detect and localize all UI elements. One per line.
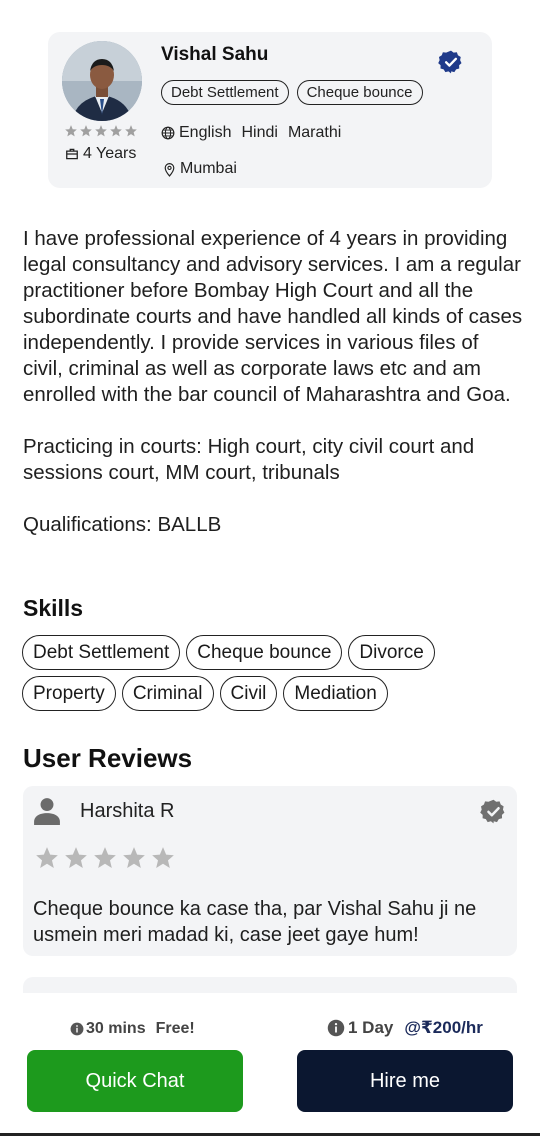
skill-chip: Debt Settlement: [22, 635, 181, 670]
hire-price: @₹200/hr: [404, 1018, 483, 1037]
skills-list: Debt Settlement Cheque bounce Divorce Pr…: [22, 635, 522, 711]
hire-duration: 1 Day: [348, 1018, 394, 1037]
experience-years: 4 Years: [65, 145, 136, 163]
skill-chip: Divorce: [348, 635, 435, 670]
about-paragraph: I have professional experience of 4 year…: [23, 227, 523, 406]
verified-badge-icon: [438, 50, 462, 74]
info-icon: [327, 1019, 345, 1037]
hire-offer-info: 1 Day @₹200/hr: [327, 1018, 483, 1038]
reviews-heading: User Reviews: [23, 743, 193, 773]
star-icon: [152, 847, 174, 868]
about-paragraph: Qualifications: BALLB: [23, 513, 222, 536]
briefcase-icon: [66, 148, 78, 160]
practice-tag: Cheque bounce: [296, 80, 423, 105]
review-card: Harshita R Cheque bounce ka case tha, pa…: [23, 786, 517, 956]
globe-icon: [161, 126, 175, 140]
skills-heading: Skills: [23, 595, 84, 621]
languages: English Hindi Marathi: [161, 124, 347, 142]
practice-area-tags: Debt Settlement Cheque bounce: [161, 80, 423, 105]
bottom-action-bar: 30 mins Free! 1 Day @₹200/hr Quick Chat …: [0, 993, 540, 1136]
skill-chip: Mediation: [283, 676, 388, 711]
skill-chip: Property: [22, 676, 116, 711]
skill-chip: Cheque bounce: [186, 635, 343, 670]
star-icon: [65, 847, 87, 868]
chat-duration: 30 mins: [86, 1020, 146, 1037]
skill-chip: Civil: [219, 676, 278, 711]
chat-price: Free!: [155, 1020, 195, 1037]
about-paragraph: Practicing in courts: High court, city c…: [23, 435, 475, 484]
star-icon: [36, 847, 58, 868]
star-icon: [95, 125, 107, 137]
skill-chip: Criminal: [121, 676, 214, 711]
lawyer-avatar: [62, 41, 142, 121]
language-item: Hindi: [241, 124, 278, 141]
lawyer-rating: [64, 124, 138, 138]
star-icon: [123, 847, 145, 868]
star-icon: [125, 125, 137, 137]
review-text: Cheque bounce ka case tha, par Vishal Sa…: [33, 898, 477, 946]
lawyer-profile-card: 4 Years Vishal Sahu Debt Settlement Cheq…: [48, 32, 492, 188]
practice-tag: Debt Settlement: [161, 80, 289, 105]
user-icon: [34, 798, 60, 825]
info-icon: [70, 1022, 84, 1036]
location-label: Mumbai: [180, 160, 237, 177]
hire-me-button[interactable]: Hire me: [297, 1050, 513, 1112]
quick-chat-button[interactable]: Quick Chat: [27, 1050, 243, 1112]
language-item: English: [179, 124, 232, 141]
lawyer-name: Vishal Sahu: [161, 44, 269, 65]
chat-offer-info: 30 mins Free!: [70, 1020, 195, 1038]
review-rating: [34, 845, 176, 871]
lawyer-location: Mumbai: [163, 160, 237, 178]
experience-label: 4 Years: [83, 145, 137, 162]
reviewer-name: Harshita R: [80, 800, 175, 822]
star-icon: [65, 125, 77, 137]
star-icon: [80, 125, 92, 137]
language-item: Marathi: [287, 124, 342, 141]
star-icon: [110, 125, 122, 137]
star-icon: [94, 847, 116, 868]
location-pin-icon: [164, 162, 175, 177]
verified-badge-icon: [480, 799, 505, 824]
lawyer-about: I have professional experience of 4 year…: [23, 226, 523, 564]
